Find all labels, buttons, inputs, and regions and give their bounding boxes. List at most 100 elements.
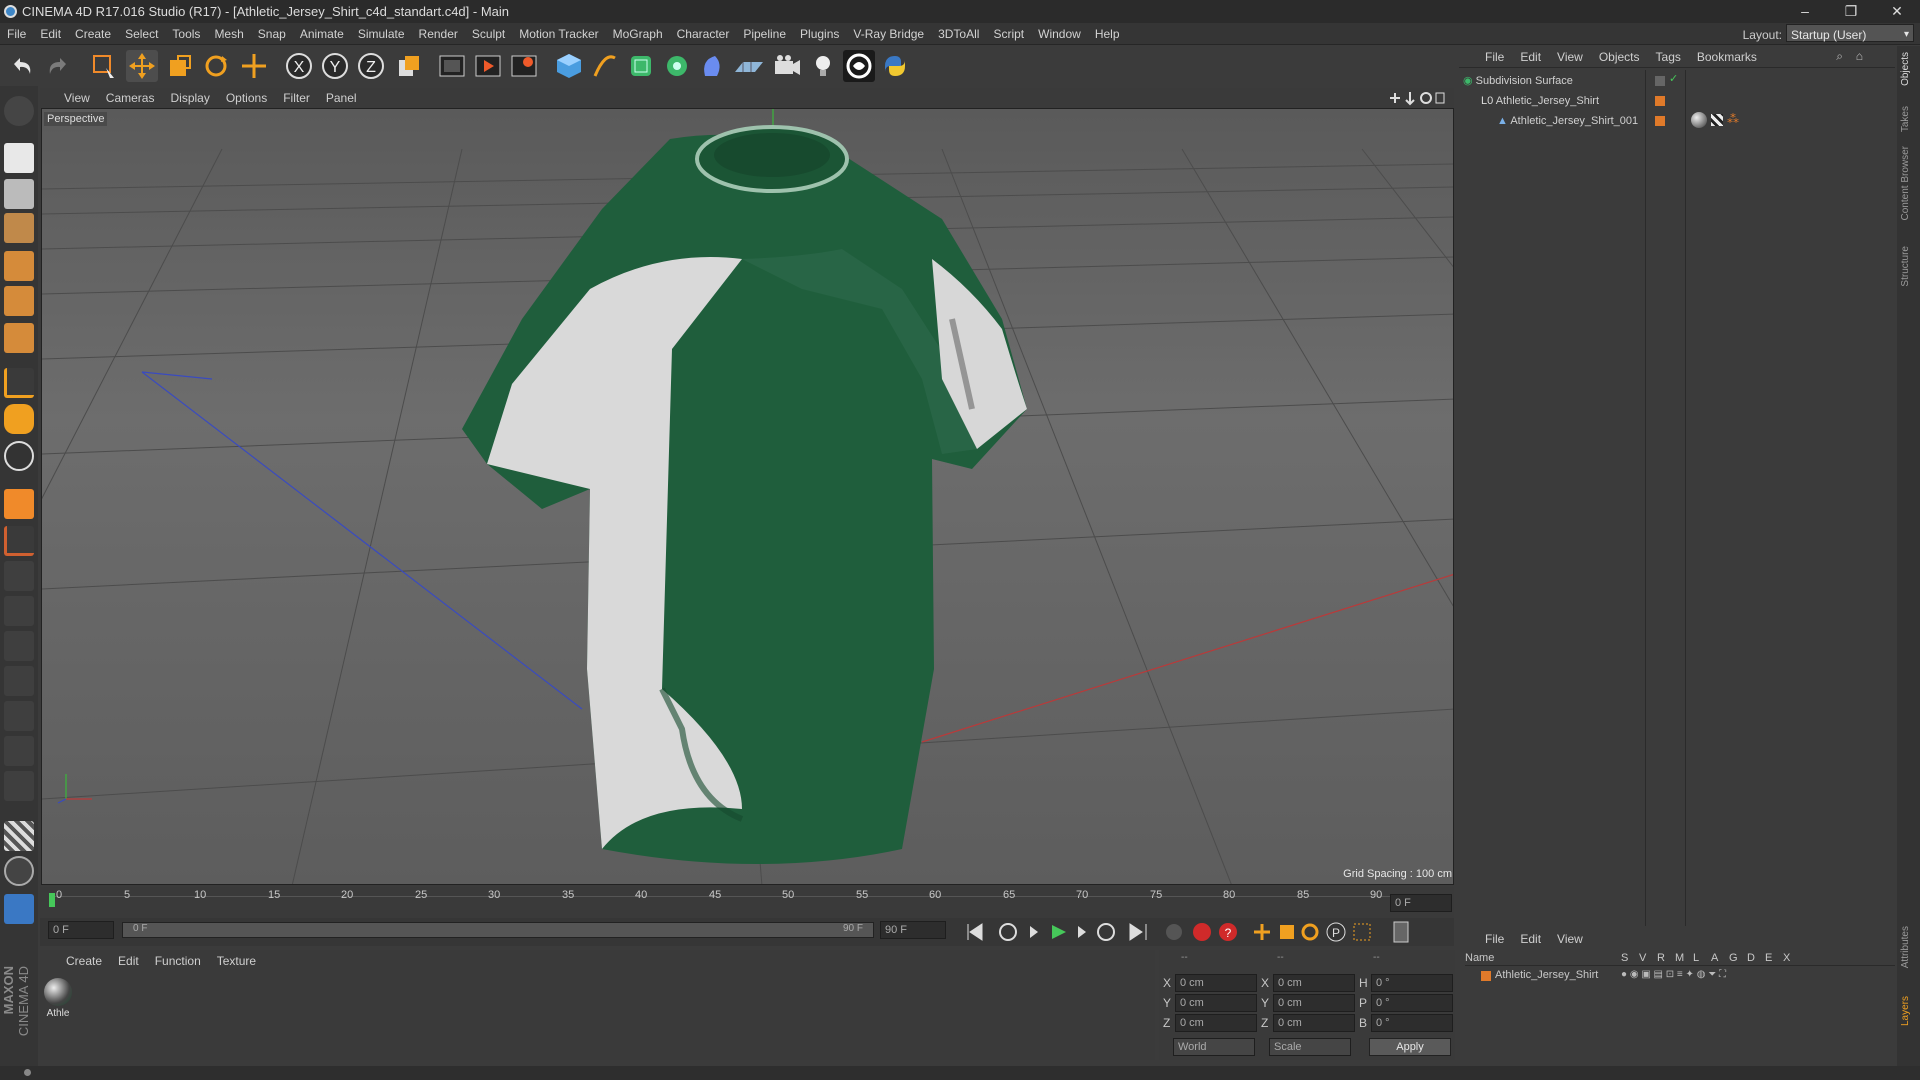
menu-script[interactable]: Script: [986, 23, 1031, 45]
edges-mode-icon[interactable]: [4, 286, 34, 316]
snap-icon[interactable]: [4, 441, 34, 471]
menu-render[interactable]: Render: [412, 23, 465, 45]
go-to-end-button[interactable]: [1129, 923, 1147, 941]
uvw-tag-icon[interactable]: ⁂: [1727, 112, 1739, 126]
z-axis-icon[interactable]: Z: [355, 50, 387, 82]
autokey-button[interactable]: [1193, 923, 1211, 941]
camera-icon[interactable]: [771, 50, 803, 82]
brush-icon[interactable]: [4, 666, 34, 696]
viewport-menu-options[interactable]: Options: [218, 88, 275, 108]
objects-menu-view[interactable]: View: [1549, 46, 1591, 68]
material-menu-create[interactable]: Create: [58, 950, 110, 972]
current-frame-field[interactable]: 0 F: [1390, 894, 1452, 912]
bend-icon[interactable]: [4, 771, 34, 801]
key-rotation-button[interactable]: [1301, 923, 1319, 941]
menu-motion-tracker[interactable]: Motion Tracker: [512, 23, 605, 45]
floor-icon[interactable]: [733, 50, 765, 82]
lock-y-icon[interactable]: [4, 596, 34, 626]
rotation-p-field[interactable]: 0 °: [1371, 994, 1453, 1012]
minimize-button[interactable]: –: [1782, 0, 1828, 23]
axis-mode-icon[interactable]: [4, 368, 34, 398]
size-x-field[interactable]: 0 cm: [1273, 974, 1355, 992]
end-frame-field[interactable]: 90 F: [880, 921, 946, 939]
key-position-button[interactable]: [1254, 924, 1270, 940]
menu-select[interactable]: Select: [118, 23, 165, 45]
objects-menu-tags[interactable]: Tags: [1648, 46, 1689, 68]
play-button[interactable]: [1052, 925, 1066, 939]
tab-objects[interactable]: Objects: [1900, 52, 1911, 86]
menu-vray-bridge[interactable]: V-Ray Bridge: [846, 23, 931, 45]
vray-icon[interactable]: [843, 50, 875, 82]
render-view-icon[interactable]: [436, 50, 468, 82]
light-icon[interactable]: [807, 50, 839, 82]
lasso-icon[interactable]: [4, 856, 34, 886]
magnet-icon[interactable]: [4, 489, 34, 519]
sculpt-icon[interactable]: [4, 701, 34, 731]
tree-item-athletic-jersey-shirt[interactable]: L0 Athletic_Jersey_Shirt: [1481, 92, 1599, 110]
menu-simulate[interactable]: Simulate: [351, 23, 412, 45]
material-menu-function[interactable]: Function: [147, 950, 209, 972]
rotate-icon[interactable]: [200, 50, 232, 82]
python-icon[interactable]: [879, 50, 911, 82]
material-swatch[interactable]: Athle: [42, 976, 74, 1024]
position-y-field[interactable]: 0 cm: [1175, 994, 1257, 1012]
3d-viewport[interactable]: [41, 108, 1454, 885]
x-axis-icon[interactable]: X: [283, 50, 315, 82]
key-scale-button[interactable]: [1280, 925, 1294, 939]
tab-structure[interactable]: Structure: [1900, 246, 1911, 287]
edit-render-settings-icon[interactable]: [508, 50, 540, 82]
transform-icon[interactable]: [238, 50, 270, 82]
menu-window[interactable]: Window: [1031, 23, 1088, 45]
menu-mograph[interactable]: MoGraph: [606, 23, 670, 45]
previous-frame-button[interactable]: [1030, 926, 1038, 938]
viewport-navigation-icon[interactable]: [1386, 90, 1446, 106]
layers-menu-file[interactable]: File: [1477, 928, 1512, 950]
render-picture-viewer-icon[interactable]: [472, 50, 504, 82]
texture-mode-icon[interactable]: [4, 179, 34, 209]
menu-file[interactable]: File: [0, 23, 33, 45]
cube-icon[interactable]: [553, 50, 585, 82]
lock-x-icon[interactable]: [4, 561, 34, 591]
coordinate-system-icon[interactable]: [393, 50, 425, 82]
rotation-b-field[interactable]: 0 °: [1371, 1014, 1453, 1032]
tab-content-browser[interactable]: Content Browser: [1900, 146, 1911, 220]
viewport-menu-display[interactable]: Display: [162, 88, 217, 108]
points-mode-icon[interactable]: [4, 251, 34, 281]
search-icon[interactable]: ⌕: [1836, 49, 1843, 64]
menu-character[interactable]: Character: [670, 23, 737, 45]
tab-layers[interactable]: Layers: [1900, 996, 1911, 1026]
viewport-menu-cameras[interactable]: Cameras: [98, 88, 163, 108]
checker-grid-icon[interactable]: [4, 821, 34, 851]
start-frame-field[interactable]: 0 F: [48, 921, 114, 939]
viewport-menu-filter[interactable]: Filter: [275, 88, 318, 108]
scale-icon[interactable]: [164, 50, 196, 82]
menu-mesh[interactable]: Mesh: [207, 23, 250, 45]
objects-menu-edit[interactable]: Edit: [1512, 46, 1549, 68]
rotation-h-field[interactable]: 0 °: [1371, 974, 1453, 992]
layer-flag-icons[interactable]: ● ◉ ▣ ▤ ⊡ ≡ ✦ ◍ ⏷ ⛶: [1621, 969, 1726, 980]
menu-3dtoall[interactable]: 3DToAll: [931, 23, 986, 45]
material-menu-texture[interactable]: Texture: [209, 950, 264, 972]
key-pla-button[interactable]: [1353, 923, 1371, 941]
viewport-menu-view[interactable]: View: [40, 88, 98, 108]
layers-menu-view[interactable]: View: [1549, 928, 1591, 950]
objects-menu-file[interactable]: File: [1477, 46, 1512, 68]
material-tag-icon[interactable]: [1691, 112, 1707, 128]
material-menu-edit[interactable]: Edit: [110, 950, 147, 972]
tree-item-athletic-jersey-shirt-001[interactable]: ▲ Athletic_Jersey_Shirt_001: [1497, 112, 1638, 130]
position-x-field[interactable]: 0 cm: [1175, 974, 1257, 992]
size-z-field[interactable]: 0 cm: [1273, 1014, 1355, 1032]
menu-edit[interactable]: Edit: [33, 23, 68, 45]
move-icon[interactable]: [126, 50, 158, 82]
next-key-button[interactable]: [1097, 923, 1115, 941]
paint-icon[interactable]: [4, 736, 34, 766]
deformer-icon[interactable]: [697, 50, 729, 82]
tweak-mode-icon[interactable]: [4, 404, 34, 434]
restore-button[interactable]: ❐: [1828, 0, 1874, 23]
layers-menu-edit[interactable]: Edit: [1512, 928, 1549, 950]
timeline-layout-button[interactable]: [1393, 921, 1409, 943]
texture-tag-icon[interactable]: [1711, 114, 1723, 126]
menu-tools[interactable]: Tools: [165, 23, 207, 45]
scale-mode-dropdown[interactable]: Scale: [1269, 1038, 1351, 1056]
layer-color-chip[interactable]: [1655, 96, 1665, 106]
